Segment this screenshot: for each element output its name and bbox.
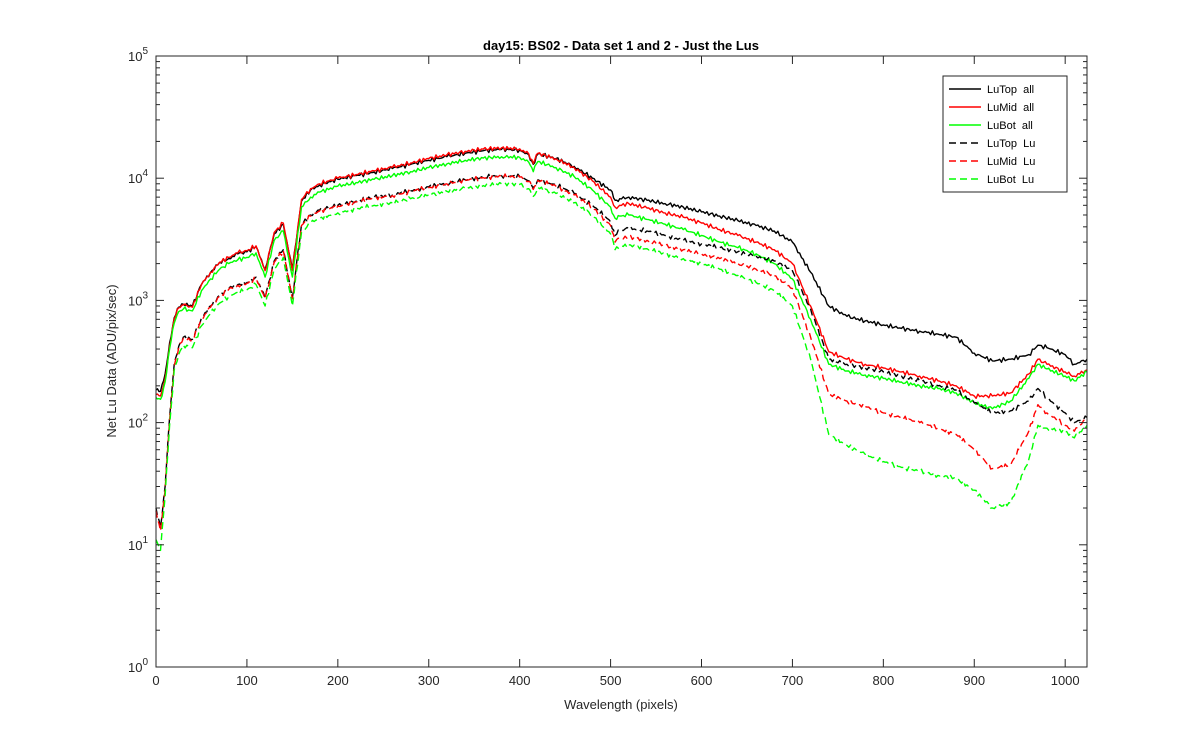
x-axis-title: Wavelength (pixels) bbox=[564, 697, 678, 712]
x-tick-label: 500 bbox=[600, 673, 622, 688]
x-tick-label: 700 bbox=[782, 673, 804, 688]
x-tick-label: 200 bbox=[327, 673, 349, 688]
x-tick-label: 400 bbox=[509, 673, 531, 688]
legend: LuTop all LuMid all LuBot all LuTop Lu LuMid… bbox=[942, 75, 1068, 193]
legend-label: LuBot Lu bbox=[987, 174, 1034, 186]
y-axis-title: Net Lu Data (ADU/pix/sec) bbox=[104, 284, 119, 437]
legend-label: LuTop Lu bbox=[987, 138, 1035, 150]
legend-label: LuMid Lu bbox=[987, 156, 1035, 168]
x-tick-label: 0 bbox=[152, 673, 159, 688]
line-chart: 0 100 200 300 400 500 600 700 800 900 100010010110… bbox=[0, 0, 1200, 750]
x-tick-label: 1000 bbox=[1051, 673, 1080, 688]
x-tick-label: 800 bbox=[872, 673, 894, 688]
legend-label: LuMid all bbox=[987, 102, 1034, 114]
legend-label: LuTop all bbox=[987, 84, 1034, 96]
legend-label: LuBot all bbox=[987, 120, 1033, 132]
chart-title: day15: BS02 - Data set 1 and 2 - Just th… bbox=[483, 38, 759, 53]
x-tick-label: 600 bbox=[691, 673, 713, 688]
x-tick-label: 300 bbox=[418, 673, 440, 688]
x-tick-label: 100 bbox=[236, 673, 258, 688]
x-tick-label: 900 bbox=[963, 673, 985, 688]
